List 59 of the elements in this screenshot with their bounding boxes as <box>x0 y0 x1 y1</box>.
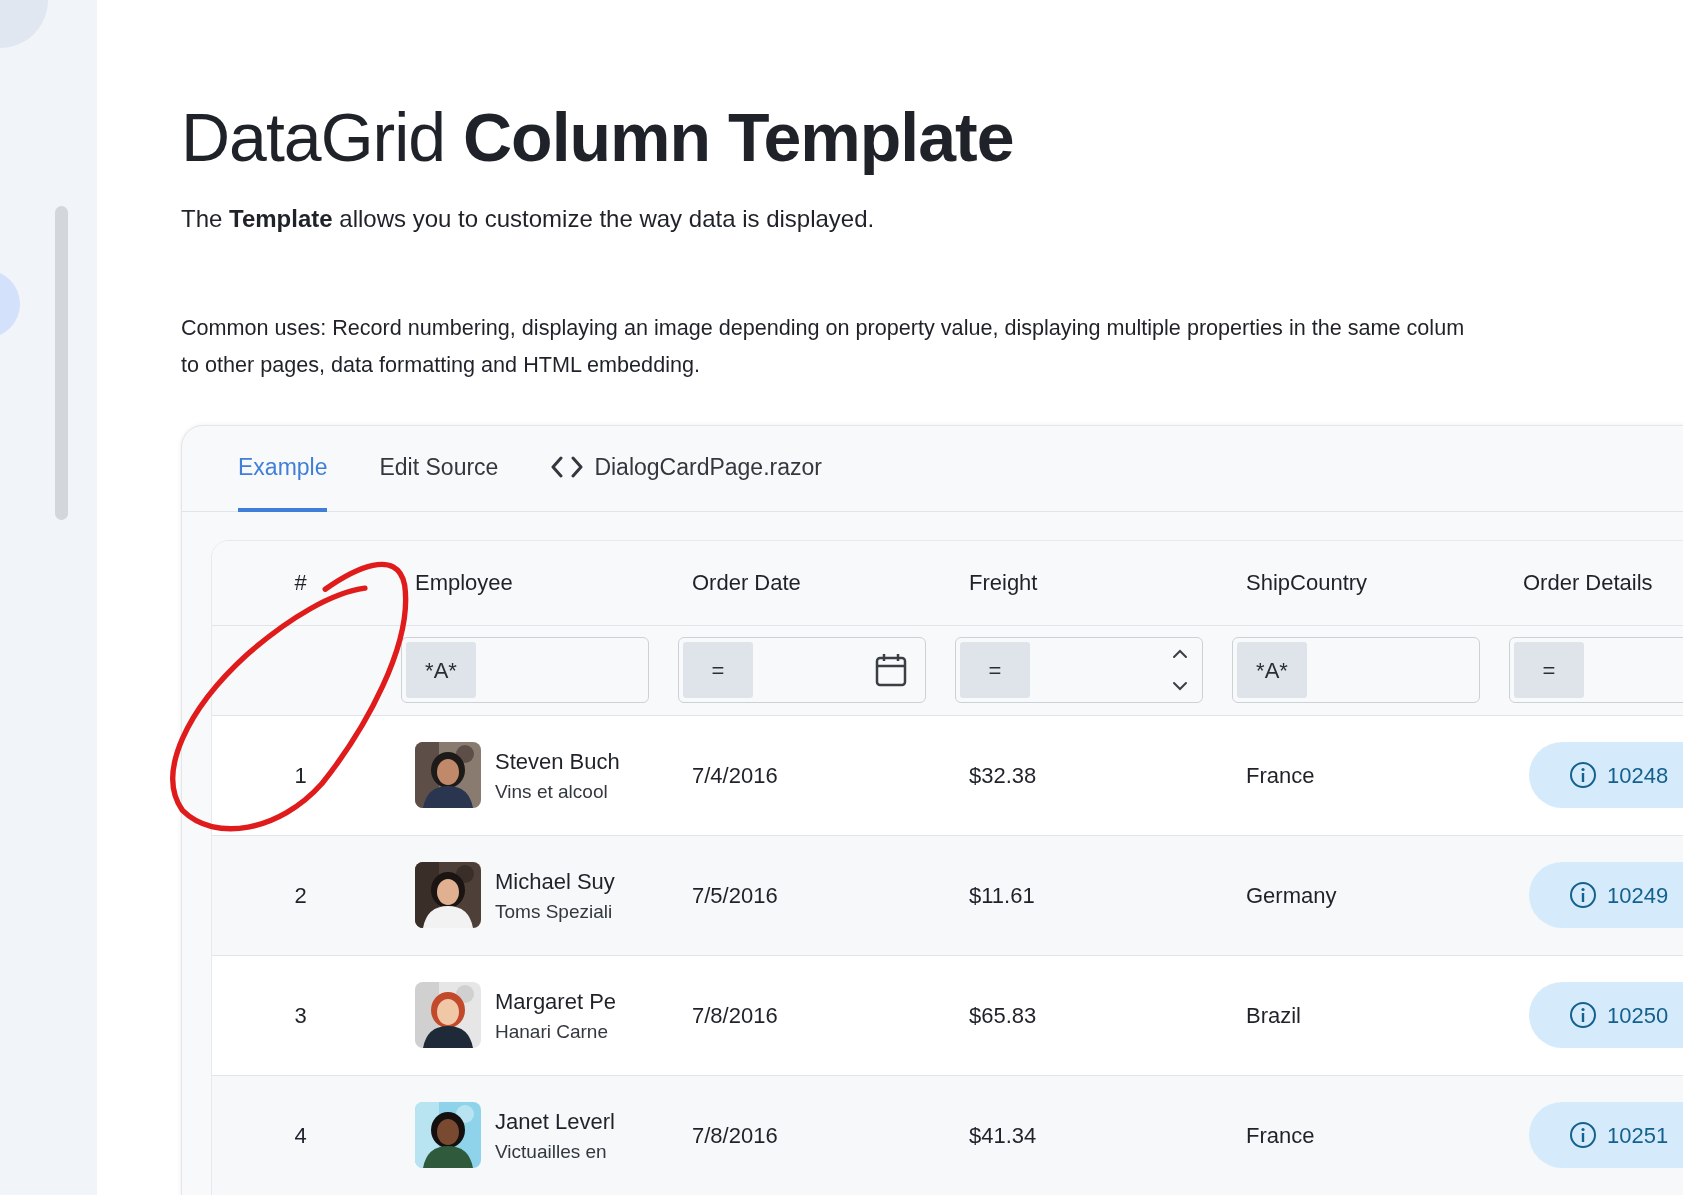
column-header[interactable]: Order Date <box>678 566 955 600</box>
info-icon <box>1569 1001 1597 1030</box>
filter-field[interactable]: *A* <box>401 637 649 704</box>
tab[interactable]: Example <box>238 425 328 512</box>
order-details-button[interactable]: 10249 <box>1529 862 1683 929</box>
table-cell-text: 7/5/2016 <box>691 881 779 910</box>
table-cell-text: France <box>1245 761 1316 790</box>
employee-name: Margaret Pe <box>495 987 618 1016</box>
filter-operator[interactable]: = <box>960 642 1030 699</box>
info-icon <box>1569 881 1597 910</box>
info-icon <box>1569 761 1597 790</box>
company-name: Hanari Carne <box>495 1019 609 1044</box>
table-cell-text: France <box>1245 1121 1316 1150</box>
calendar-icon[interactable] <box>875 653 907 688</box>
filter-operator[interactable]: = <box>683 642 753 699</box>
row-number: 1 <box>293 761 308 790</box>
filter-operator[interactable]: *A* <box>1237 642 1307 699</box>
table-cell-text: 7/4/2016 <box>691 761 779 790</box>
intro-text: The Template allows you to customize the way data is displayed. <box>181 203 876 234</box>
employee-name: Janet Leverl <box>495 1107 616 1136</box>
row-number: 4 <box>293 1121 308 1150</box>
employee-name: Michael Suy <box>495 867 616 896</box>
filter-field[interactable]: = <box>955 637 1203 704</box>
description-text: Common uses: Record numbering, displaying an image depending on property value, displaying multiple properties in the same colum <box>181 313 1466 342</box>
column-header[interactable]: Order Details <box>1509 566 1683 600</box>
table-cell-text: 7/8/2016 <box>691 1121 779 1150</box>
row-number: 3 <box>293 1001 308 1030</box>
filter-field[interactable]: = <box>678 637 926 704</box>
company-name: Victuailles en <box>495 1139 608 1164</box>
filter-operator[interactable]: = <box>1514 642 1584 699</box>
filter-field[interactable]: *A* <box>1232 637 1480 704</box>
company-name: Vins et alcool <box>495 779 609 804</box>
description-text: to other pages, data formatting and HTML embedding. <box>181 350 701 379</box>
order-details-button[interactable]: 10251 <box>1529 1102 1683 1169</box>
column-header[interactable]: # <box>212 566 401 600</box>
table-cell-text: 7/8/2016 <box>691 1001 779 1030</box>
column-header[interactable]: Employee <box>401 566 678 600</box>
info-icon <box>1569 1121 1597 1150</box>
column-header[interactable]: Freight <box>955 566 1232 600</box>
row-number: 2 <box>293 881 308 910</box>
order-details-button[interactable]: 10250 <box>1529 982 1683 1049</box>
column-header[interactable]: ShipCountry <box>1232 566 1509 600</box>
order-details-button[interactable]: 10248 <box>1529 742 1683 809</box>
tab[interactable]: DialogCardPage.razor <box>550 425 822 512</box>
filter-operator[interactable]: *A* <box>406 642 476 699</box>
tab[interactable]: Edit Source <box>379 425 499 512</box>
table-cell-text: Brazil <box>1245 1001 1302 1030</box>
table-cell-text: $11.61 <box>968 881 1036 910</box>
table-cell-text: $32.38 <box>968 761 1038 790</box>
filter-field[interactable]: = <box>1509 637 1683 704</box>
spinner-icon[interactable] <box>1172 648 1188 693</box>
company-name: Toms Speziali <box>495 899 614 924</box>
scrollbar[interactable] <box>55 206 68 520</box>
employee-name: Steven Buch <box>495 747 621 776</box>
code-icon <box>550 455 585 478</box>
table-cell-text: $65.83 <box>968 1001 1038 1030</box>
table-cell-text: $41.34 <box>968 1121 1038 1150</box>
table-cell-text: Germany <box>1245 881 1338 910</box>
page-title: DataGrid Column Template <box>181 100 1015 175</box>
